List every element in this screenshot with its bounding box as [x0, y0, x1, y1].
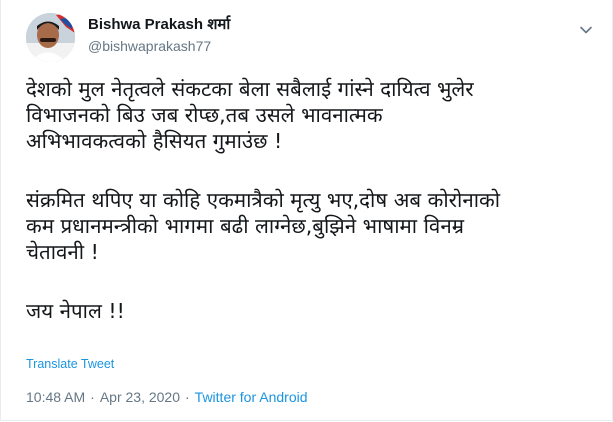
tweet-paragraph-gap: [26, 154, 606, 187]
avatar[interactable]: [26, 13, 75, 62]
tweet-date[interactable]: Apr 23, 2020: [100, 389, 180, 405]
tweet-card: Bishwa Prakash शर्मा @bishwaprakash77 दे…: [0, 0, 613, 421]
meta-separator: ·: [185, 389, 190, 405]
meta-separator: ·: [90, 389, 95, 405]
tweet-line: संक्रमित थपिए या कोहि एकमात्रैको मृत्यु …: [26, 188, 501, 212]
author-display-name[interactable]: Bishwa Prakash शर्मा: [88, 14, 230, 34]
tweet-meta: 10:48 AM · Apr 23, 2020 · Twitter for Androi…: [26, 389, 308, 405]
chevron-down-icon[interactable]: [579, 22, 593, 36]
author-handle[interactable]: @bishwaprakash77: [88, 38, 211, 54]
tweet-time[interactable]: 10:48 AM: [26, 389, 85, 405]
tweet-source-link[interactable]: Twitter for Android: [195, 389, 308, 405]
tweet-line: विभाजनको बिउ जब रोप्छ,तब उसले भावनात्मक: [26, 103, 383, 127]
tweet-line: देशको मुल नेतृत्वले संकटका बेला सबैलाई ग…: [26, 77, 474, 101]
tweet-text: देशको मुल नेतृत्वले संकटका बेला सबैलाई ग…: [26, 76, 606, 324]
tweet-line: चेतावनी !: [26, 240, 99, 264]
tweet-paragraph-gap: [26, 265, 606, 298]
tweet-line: जय नेपाल !!: [26, 299, 125, 323]
translate-tweet-link[interactable]: Translate Tweet: [26, 357, 114, 371]
tweet-line: कम प्रधानमन्त्रीको भागमा बढी लाग्नेछ,बुझ…: [26, 214, 464, 238]
tweet-line: अभिभावकत्वको हैसियत गुमाउंछ !: [26, 129, 283, 153]
